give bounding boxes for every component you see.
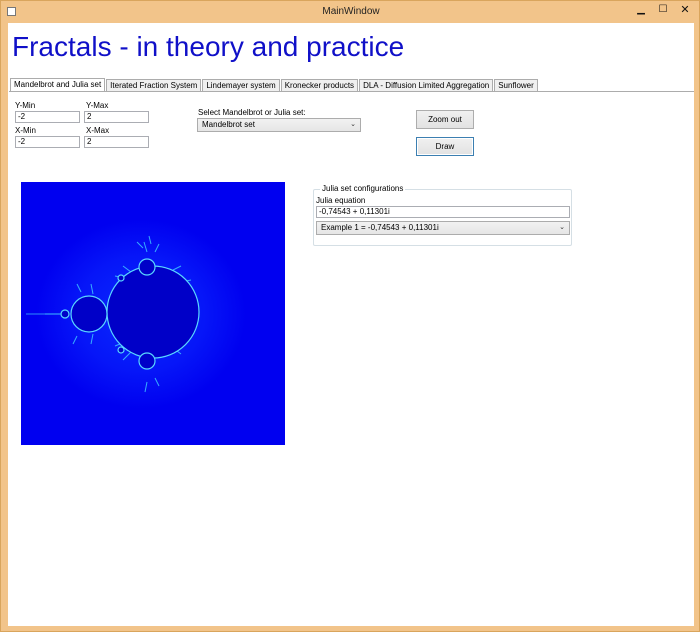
x-min-input[interactable]: -2: [15, 136, 80, 148]
julia-equation-label: Julia equation: [316, 196, 366, 205]
y-max-label: Y-Max: [86, 101, 109, 110]
maximize-button[interactable]: ☐: [652, 3, 674, 17]
y-max-input[interactable]: 2: [84, 111, 149, 123]
minimize-button[interactable]: ▁: [630, 3, 652, 17]
title-bar[interactable]: MainWindow ▁ ☐ ✕: [1, 1, 700, 23]
julia-example-value: Example 1 = -0,74543 + 0,11301i: [321, 223, 439, 232]
zoom-out-button[interactable]: Zoom out: [416, 110, 474, 129]
chevron-down-icon: ⌄: [559, 224, 565, 231]
julia-example-select[interactable]: Example 1 = -0,74543 + 0,11301i ⌄: [316, 221, 570, 235]
client-area: Fractals - in theory and practice Mandel…: [8, 23, 694, 626]
set-select[interactable]: Mandelbrot set ⌄: [197, 118, 361, 132]
tab-panel-mandelbrot-julia: Y-Min -2 Y-Max 2 X-Min -2 X-Max 2 Select…: [9, 91, 694, 625]
mandelbrot-image: [21, 182, 285, 445]
julia-equation-input[interactable]: -0,74543 + 0,11301i: [316, 206, 570, 218]
page-title: Fractals - in theory and practice: [12, 31, 405, 62]
julia-config-group: Julia set configurations Julia equation …: [313, 184, 572, 246]
x-min-label: X-Min: [15, 126, 36, 135]
y-min-input[interactable]: -2: [15, 111, 80, 123]
chevron-down-icon: ⌄: [350, 121, 356, 128]
window-title: MainWindow: [322, 6, 380, 17]
set-select-value: Mandelbrot set: [202, 120, 255, 129]
x-max-input[interactable]: 2: [84, 136, 149, 148]
set-select-label: Select Mandelbrot or Julia set:: [198, 108, 306, 117]
x-max-label: X-Max: [86, 126, 110, 135]
tab-strip: Mandelbrot and Julia set Iterated Fracti…: [10, 77, 539, 93]
draw-button[interactable]: Draw: [416, 137, 474, 156]
close-button[interactable]: ✕: [674, 3, 696, 17]
julia-config-title: Julia set configurations: [320, 184, 406, 193]
y-min-label: Y-Min: [15, 101, 36, 110]
fractal-canvas[interactable]: [21, 182, 285, 445]
main-window: MainWindow ▁ ☐ ✕ Fractals - in theory an…: [0, 0, 700, 632]
